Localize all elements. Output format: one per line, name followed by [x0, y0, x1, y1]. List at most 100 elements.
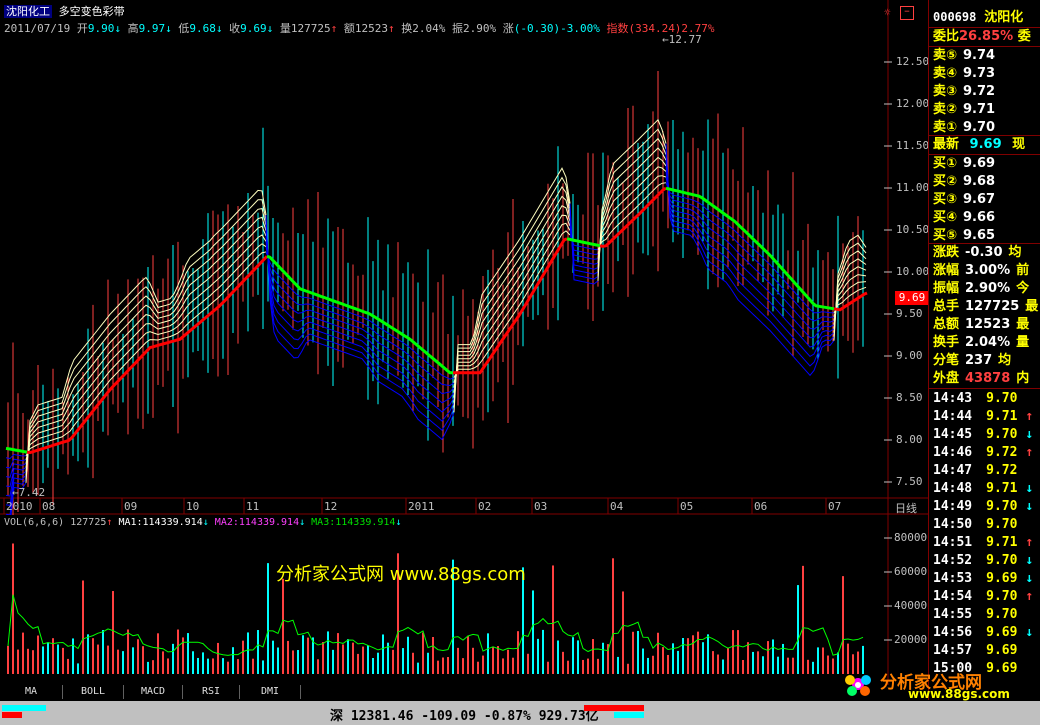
row-value: -0.30 — [965, 245, 1003, 260]
tab-boll[interactable]: BOLL — [63, 685, 124, 699]
open-label: 开 — [76, 22, 88, 35]
tick-row: 14:56 9.69 ↓ — [933, 624, 1039, 642]
tick-price: 9.70 — [986, 427, 1018, 442]
row-label: 振幅 — [933, 281, 960, 296]
row-value: 43878 — [965, 371, 1011, 386]
tick-time: 14:54 — [933, 589, 973, 604]
market-index: 12381.46 — [350, 709, 414, 724]
settings-icon[interactable]: ☼ — [884, 7, 894, 18]
tick-row: 14:55 9.70 — [933, 606, 1039, 624]
tick-row: 14:45 9.70 ↓ — [933, 426, 1039, 444]
time-tick-label: 02 — [478, 500, 492, 513]
volume-value: 127725 — [290, 22, 331, 35]
row-tail: 内 — [1016, 371, 1030, 386]
change-value: (-0.30)-3.00% — [513, 22, 600, 35]
arrow-down-icon: ↓ — [1025, 427, 1034, 442]
time-tick-label: 07 — [828, 500, 842, 513]
tick-time: 14:52 — [933, 553, 973, 568]
latest-row: 最新 9.69 现 — [933, 137, 1026, 152]
close-label: 收 — [229, 22, 241, 35]
row-label: 买② — [933, 174, 958, 189]
vol-ma3: MA3:114339.914 — [311, 517, 396, 528]
collapse-icon[interactable]: − — [900, 6, 914, 20]
time-tick-label: 2010 — [6, 500, 33, 513]
tick-row: 14:43 9.70 — [933, 390, 1039, 408]
tick-row: 14:54 9.70 ↑ — [933, 588, 1039, 606]
tick-time: 14:53 — [933, 571, 973, 586]
stat-row: 总额 12523 最 — [933, 316, 1039, 334]
price-tick-label: 8.50 — [896, 391, 923, 404]
commission-row: 委比26.85% 委 — [933, 29, 1031, 44]
bid-row: 买④ 9.66 — [933, 209, 1039, 227]
tick-price: 9.69 — [986, 625, 1018, 640]
price-tick-label: 9.50 — [896, 307, 923, 320]
row-value: 9.67 — [963, 192, 996, 207]
time-tick-label: 2011 — [408, 500, 435, 513]
tab-ma[interactable]: MA — [0, 685, 63, 699]
volume-chart-svg[interactable] — [0, 515, 928, 685]
row-value: 9.66 — [963, 210, 996, 225]
row-tail: 均 — [998, 353, 1012, 368]
stat-row: 总手 127725 最 — [933, 298, 1039, 316]
price-chart[interactable] — [0, 0, 928, 525]
arrow-down-icon: ↓ — [1025, 553, 1034, 568]
ask-row: 卖④ 9.73 — [933, 65, 1039, 83]
price-tick-label: 11.00 — [896, 181, 930, 194]
row-label: 涨跌 — [933, 245, 960, 260]
ask-row: 卖① 9.70 — [933, 119, 1039, 137]
row-label: 涨幅 — [933, 263, 960, 278]
tick-price: 9.71 — [986, 481, 1018, 496]
time-tick-label: 06 — [754, 500, 768, 513]
tick-time: 14:48 — [933, 481, 973, 496]
arrow-down-icon: ↓ — [1025, 499, 1034, 514]
arrow-up-icon: ↑ — [1025, 589, 1034, 604]
stat-row: 振幅 2.90% 今 — [933, 280, 1039, 298]
min-price-label: ←7.42 — [12, 486, 46, 499]
time-tick-label: 12 — [324, 500, 338, 513]
market-index-readout: 深 12381.46 -109.09 -0.87% 929.73亿 — [330, 705, 599, 724]
tab-macd[interactable]: MACD — [124, 685, 183, 699]
status-bar-red — [584, 705, 644, 711]
row-label: 买① — [933, 156, 958, 171]
tick-time: 14:46 — [933, 445, 973, 460]
bid-row: 买① 9.69 — [933, 155, 1039, 173]
status-indicator-left2 — [2, 712, 22, 718]
tick-price: 9.70 — [986, 499, 1018, 514]
tick-time: 14:55 — [933, 607, 973, 622]
volume-chart[interactable] — [0, 515, 928, 685]
price-chart-svg[interactable] — [0, 0, 928, 525]
volume-tick-label: 60000 — [894, 565, 928, 578]
row-tail: 今 — [1016, 281, 1030, 296]
period-label[interactable]: 日线 — [895, 500, 917, 516]
quote-date: 2011/07/19 — [4, 22, 71, 35]
volume-tick-label: 20000 — [894, 633, 928, 646]
high-value: 9.97 — [138, 22, 166, 35]
row-label: 外盘 — [933, 371, 960, 386]
bid-row: 买③ 9.67 — [933, 191, 1039, 209]
tab-dmi[interactable]: DMI — [240, 685, 301, 699]
status-bar: 深 12381.46 -109.09 -0.87% 929.73亿 — [0, 701, 1040, 725]
row-label: 买③ — [933, 192, 958, 207]
quote-panel: 000698 沈阳化 委比26.85% 委 最新 9.69 现 卖⑤ 9.74 卖④… — [928, 0, 1040, 700]
price-tick-label: 8.00 — [896, 433, 923, 446]
indicator-name[interactable]: 多空变色彩带 — [59, 5, 125, 18]
tab-rsi[interactable]: RSI — [183, 685, 240, 699]
tick-row: 14:46 9.72 ↑ — [933, 444, 1039, 462]
tick-row: 14:52 9.70 ↓ — [933, 552, 1039, 570]
row-label: 卖④ — [933, 66, 958, 81]
row-tail: 前 — [1016, 263, 1030, 278]
stock-name[interactable]: 沈阳化工 — [4, 5, 52, 18]
tick-time: 14:49 — [933, 499, 973, 514]
row-label: 换手 — [933, 335, 960, 350]
time-tick-label: 05 — [680, 500, 694, 513]
close-value: 9.69 — [240, 22, 267, 35]
price-tick-label: 12.50 — [896, 55, 930, 68]
high-label: 高 — [127, 22, 139, 35]
market-name: 深 — [330, 709, 344, 724]
row-label: 分笔 — [933, 353, 960, 368]
time-tick-label: 11 — [246, 500, 260, 513]
index-label: 指数 — [606, 22, 629, 35]
indicator-tabs: MA BOLL MACD RSI DMI — [0, 685, 928, 701]
price-tick-label: 10.50 — [896, 223, 930, 236]
stat-row: 涨跌 -0.30 均 — [933, 244, 1039, 262]
